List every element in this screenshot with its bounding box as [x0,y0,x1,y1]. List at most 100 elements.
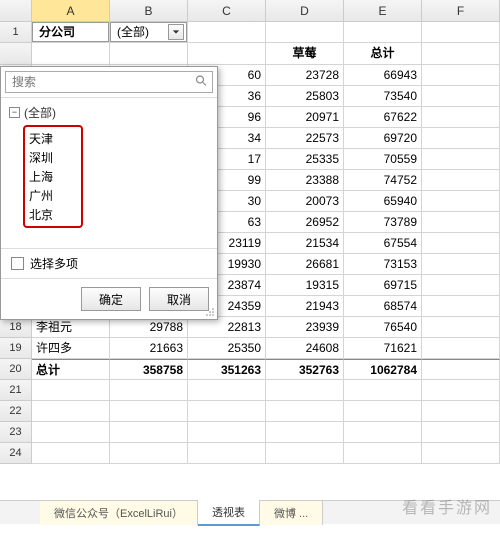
filter-value[interactable]: (全部) [110,22,187,42]
cell-f[interactable] [422,191,500,212]
cell-d1[interactable] [266,22,344,43]
cell-d[interactable]: 26952 [266,212,344,233]
col-header-a[interactable]: A [32,0,110,21]
cell-c1[interactable] [188,22,266,43]
resize-grip-icon[interactable] [205,307,215,317]
cell-d[interactable]: 19315 [266,275,344,296]
total-f[interactable] [422,359,500,380]
cell-e[interactable]: 70559 [344,149,422,170]
cell-e[interactable]: 69720 [344,128,422,149]
total-b[interactable]: 358758 [110,359,188,380]
row-header[interactable]: 22 [0,401,32,422]
cell-e[interactable]: 73153 [344,254,422,275]
tree-item[interactable]: 深圳 [29,148,77,167]
cell-name[interactable]: 李祖元 [32,317,110,338]
select-all-corner[interactable] [0,0,32,21]
cell-b[interactable]: 21663 [110,338,188,359]
search-input[interactable] [5,71,213,93]
row-header-1[interactable]: 1 [0,22,32,43]
col-header-f[interactable]: F [422,0,500,21]
cell-e[interactable]: 68574 [344,296,422,317]
cell-d[interactable]: 21943 [266,296,344,317]
tree-item[interactable]: 北京 [29,205,77,224]
cell-c[interactable]: 22813 [188,317,266,338]
filter-field[interactable]: 分公司 [32,22,109,42]
cell-e[interactable]: 67622 [344,107,422,128]
col-header-d[interactable]: D [266,0,344,21]
cell-d[interactable]: 26681 [266,254,344,275]
tree-item[interactable]: 广州 [29,186,77,205]
cell-d[interactable]: 21534 [266,233,344,254]
col-header-b[interactable]: B [110,0,188,21]
cell-f[interactable] [422,233,500,254]
tree-all-item[interactable]: − (全部) [9,104,209,121]
cell-e[interactable]: 76540 [344,317,422,338]
col-header-c[interactable]: C [188,0,266,21]
cell-f[interactable] [422,212,500,233]
cell-f[interactable] [422,65,500,86]
cell-f[interactable] [422,275,500,296]
cell-b[interactable]: 29788 [110,317,188,338]
cell-e[interactable]: 67554 [344,233,422,254]
cell-f[interactable] [422,338,500,359]
cell-e[interactable]: 71621 [344,338,422,359]
cell-d[interactable]: 20073 [266,191,344,212]
cell-f[interactable] [422,107,500,128]
cell-f[interactable] [422,254,500,275]
total-e[interactable]: 1062784 [344,359,422,380]
col-header-e[interactable]: E [344,0,422,21]
collapse-icon[interactable]: − [9,107,20,118]
cell-e[interactable]: 65940 [344,191,422,212]
cell-f-ph[interactable] [422,43,500,65]
cell-d[interactable]: 25803 [266,86,344,107]
cell-d[interactable]: 23728 [266,65,344,86]
row-header[interactable]: 24 [0,443,32,464]
tree-item[interactable]: 天津 [29,129,77,148]
cell-e1[interactable] [344,22,422,43]
cell-f[interactable] [422,317,500,338]
ok-button[interactable]: 确定 [81,287,141,311]
cell-e[interactable]: 73789 [344,212,422,233]
row-header[interactable]: 21 [0,380,32,401]
row-header-20[interactable]: 20 [0,359,32,380]
cell-c-ph[interactable] [188,43,266,65]
row-header[interactable]: 23 [0,422,32,443]
cell-d[interactable]: 23388 [266,170,344,191]
cell-e[interactable]: 73540 [344,86,422,107]
cell-d[interactable]: 22573 [266,128,344,149]
filter-dropdown-button[interactable] [168,24,184,40]
pivot-col-e[interactable]: 总计 [344,43,422,65]
cell-d[interactable]: 20971 [266,107,344,128]
cell-f[interactable] [422,128,500,149]
cell-f[interactable] [422,170,500,191]
sheet-tabs: 微信公众号（ExcelLiRui） 透视表 微博 ... [0,500,500,524]
cell-e[interactable]: 74752 [344,170,422,191]
total-label[interactable]: 总计 [32,359,110,380]
cell-e[interactable]: 69715 [344,275,422,296]
cell-c[interactable]: 25350 [188,338,266,359]
total-c[interactable]: 351263 [188,359,266,380]
total-d[interactable]: 352763 [266,359,344,380]
cell-f1[interactable] [422,22,500,43]
cell-name[interactable]: 许四多 [32,338,110,359]
cancel-button[interactable]: 取消 [149,287,209,311]
cell-f[interactable] [422,296,500,317]
sheet-tab-3[interactable]: 微博 ... [260,501,323,525]
cell-d[interactable]: 25335 [266,149,344,170]
cell-b-ph[interactable] [110,43,188,65]
cell-f[interactable] [422,86,500,107]
multi-select-row[interactable]: 选择多项 [1,248,217,278]
row-header[interactable]: 18 [0,317,32,338]
cell-f[interactable] [422,149,500,170]
tree-item[interactable]: 上海 [29,167,77,186]
cell-e[interactable]: 66943 [344,65,422,86]
cell-a-ph[interactable] [32,43,110,65]
sheet-tab-1[interactable]: 微信公众号（ExcelLiRui） [40,501,198,525]
row-header-hidden[interactable] [0,43,32,65]
cell-d[interactable]: 23939 [266,317,344,338]
multi-select-checkbox[interactable] [11,257,24,270]
sheet-tab-2[interactable]: 透视表 [198,500,260,526]
cell-d[interactable]: 24608 [266,338,344,359]
pivot-col-d[interactable]: 草莓 [266,43,344,65]
row-header[interactable]: 19 [0,338,32,359]
